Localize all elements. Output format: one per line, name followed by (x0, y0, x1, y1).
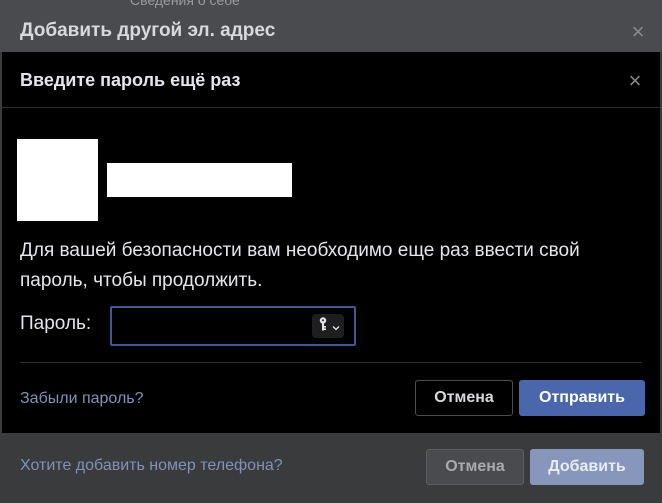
close-icon[interactable]: × (628, 21, 648, 43)
background-cutoff-text: Сведения о себе (130, 0, 240, 8)
forgot-password-link[interactable]: Забыли пароль? (20, 390, 144, 408)
add-phone-link[interactable]: Хотите добавить номер телефона? (20, 457, 283, 475)
reenter-password-dialog: Введите пароль ещё раз × Для вашей безоп… (2, 52, 660, 433)
close-icon[interactable]: × (626, 70, 644, 92)
avatar (17, 139, 98, 221)
password-label: Пароль: (20, 313, 92, 334)
submit-button[interactable]: Отправить (519, 380, 645, 416)
chevron-down-icon (332, 319, 340, 337)
outer-cancel-button[interactable]: Отмена (426, 449, 524, 485)
add-button[interactable]: Добавить (530, 449, 644, 485)
reenter-password-dialog-header: Введите пароль ещё раз × (2, 52, 660, 108)
cancel-button[interactable]: Отмена (415, 380, 513, 416)
password-manager-button[interactable] (312, 314, 344, 338)
add-email-dialog-header: Сведения о себе Добавить другой эл. адре… (0, 0, 662, 52)
add-email-dialog-title: Добавить другой эл. адрес (20, 20, 276, 41)
divider (20, 362, 642, 363)
security-message: Для вашей безопасности вам необходимо ещ… (20, 240, 580, 291)
user-name (107, 163, 292, 197)
reenter-password-dialog-title: Введите пароль ещё раз (20, 70, 241, 90)
